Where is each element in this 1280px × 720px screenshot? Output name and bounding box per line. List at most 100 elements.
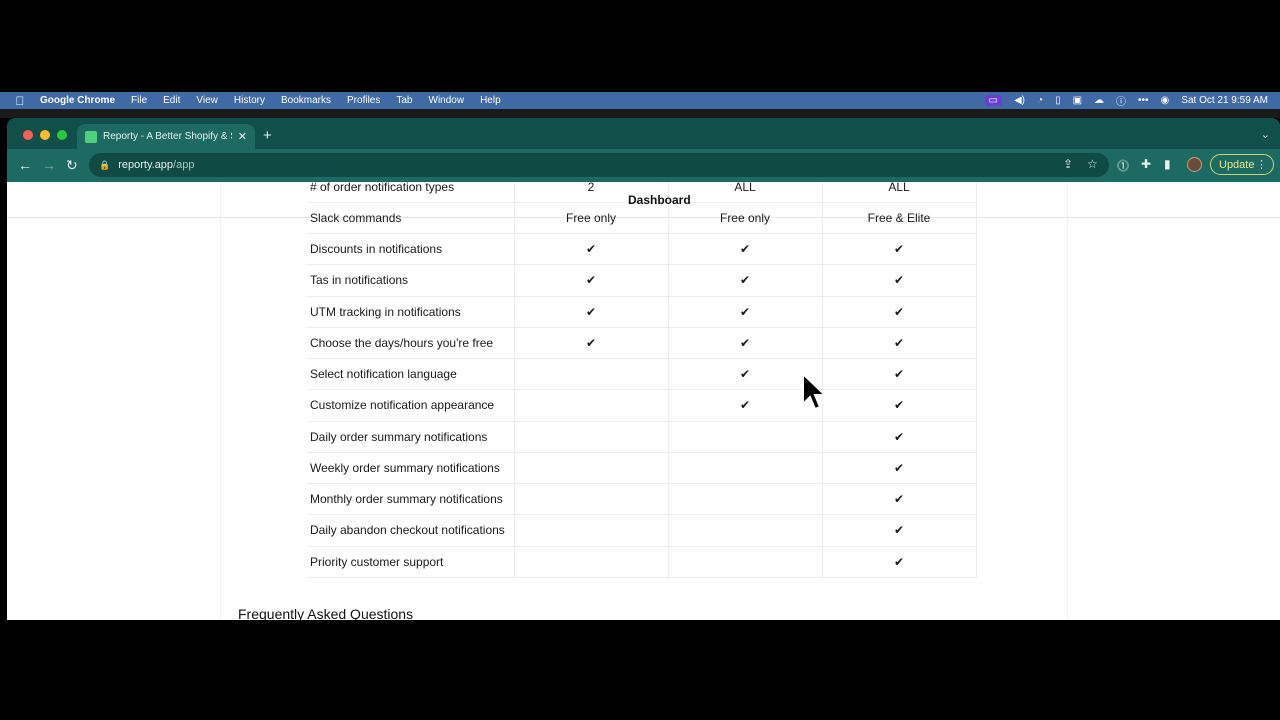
close-window-icon[interactable] — [23, 130, 33, 140]
bookmark-star-icon[interactable]: ☆ — [1087, 157, 1098, 171]
zoom-window-icon[interactable] — [57, 130, 67, 140]
menu-bar-clock[interactable]: Sat Oct 21 9:59 AM — [1181, 95, 1268, 106]
plan-value-cell: Free only — [668, 202, 823, 235]
checkmark-icon: ✔ — [822, 233, 977, 266]
address-bar[interactable]: 🔒 reporty.app/app ⇪ ☆ — [89, 153, 1109, 177]
screen-record-icon[interactable]: ▭ — [984, 95, 1002, 106]
control-center-icon[interactable]: ◉ — [1161, 95, 1170, 106]
info-icon[interactable]: ⓘ — [1116, 93, 1126, 108]
wifi-icon[interactable]: ◔ — [1037, 95, 1043, 106]
profile-avatar[interactable] — [1187, 157, 1202, 172]
url-path: /app — [173, 159, 195, 171]
content-right-border — [1067, 182, 1068, 620]
plan-value-cell: ALL — [822, 182, 977, 203]
apple-menu-icon[interactable]:  — [0, 94, 40, 108]
plan-value-cell — [668, 546, 823, 578]
update-button[interactable]: Update ⋮ — [1210, 154, 1274, 175]
close-tab-icon[interactable]: ✕ — [238, 130, 247, 143]
checkmark-icon: ✔ — [822, 264, 977, 297]
plan-value-cell: ALL — [668, 182, 823, 203]
checkmark-icon: ✔ — [822, 296, 977, 328]
table-row: Customize notification appearance ✔ ✔ — [307, 389, 977, 422]
plan-value-cell — [668, 421, 823, 453]
table-row: Monthly order summary notifications ✔ — [307, 483, 977, 516]
table-row: UTM tracking in notifications ✔ ✔ ✔ — [307, 296, 977, 328]
volume-icon[interactable]: ◀) — [1014, 95, 1025, 106]
checkmark-icon: ✔ — [668, 327, 823, 360]
minimize-window-icon[interactable] — [40, 130, 50, 140]
plan-value-cell — [514, 389, 669, 422]
plan-value-cell — [514, 546, 669, 578]
checkmark-icon: ✔ — [822, 514, 977, 547]
plan-comparison-table: # of order notification types 2 ALL ALL Slac… — [307, 182, 977, 578]
page-viewport: # of order notification types 2 ALL ALL Slac… — [7, 182, 1280, 620]
menu-edit[interactable]: Edit — [163, 95, 180, 106]
table-row: Discounts in notifications ✔ ✔ ✔ — [307, 233, 977, 266]
checkmark-icon: ✔ — [668, 358, 823, 391]
browser-toolbar: ← → ↻ 🔒 reporty.app/app ⇪ ☆ ⓵ ✚ ▮ Update… — [7, 149, 1280, 182]
table-row: Weekly order summary notifications ✔ — [307, 452, 977, 485]
extensions-puzzle-icon[interactable]: ✚ — [1141, 157, 1151, 171]
checkmark-icon: ✔ — [822, 483, 977, 516]
plan-value-cell — [514, 483, 669, 516]
battery-icon[interactable]: ▯ — [1055, 95, 1061, 106]
tab-search-chevron-icon[interactable]: ⌄ — [1261, 128, 1270, 141]
site-favicon-icon — [85, 130, 97, 143]
lock-icon[interactable]: 🔒 — [99, 160, 110, 171]
plan-value-cell — [514, 514, 669, 547]
forward-icon[interactable]: → — [42, 157, 56, 173]
browser-tab-active[interactable]: Reporty - A Better Shopify & Slack ✕ — [77, 124, 255, 149]
menu-tab[interactable]: Tab — [396, 95, 412, 106]
feature-name-cell: Daily abandon checkout notifications — [307, 514, 515, 547]
table-row: Tas in notifications ✔ ✔ ✔ — [307, 264, 977, 297]
macos-menu-bar:  Google Chrome File Edit View History B… — [0, 92, 1280, 109]
table-row: Daily abandon checkout notifications ✔ — [307, 514, 977, 547]
share-icon[interactable]: ⇪ — [1063, 157, 1073, 171]
update-label: Update — [1219, 158, 1255, 171]
checkmark-icon: ✔ — [822, 452, 977, 485]
menu-profiles[interactable]: Profiles — [347, 95, 380, 106]
side-panel-icon[interactable]: ▮ — [1164, 157, 1171, 171]
checkmark-icon: ✔ — [668, 296, 823, 328]
table-row: Daily order summary notifications ✔ — [307, 421, 977, 453]
table-row: Choose the days/hours you're free ✔ ✔ ✔ — [307, 327, 977, 360]
password-manager-extension-icon[interactable]: ⓵ — [1117, 157, 1129, 174]
cc-icon[interactable]: ▣ — [1073, 95, 1082, 106]
menu-bar-tray: ▭ ◀) ◔ ▯ ▣ ☁ ⓘ ••• ◉ Sat Oct 21 9:59 AM — [984, 92, 1268, 109]
menu-history[interactable]: History — [234, 95, 265, 106]
tab-title: Reporty - A Better Shopify & Slack — [103, 131, 232, 142]
feature-name-cell: Select notification language — [307, 358, 515, 391]
back-icon[interactable]: ← — [18, 157, 32, 173]
checkmark-icon: ✔ — [514, 327, 669, 360]
checkmark-icon: ✔ — [822, 389, 977, 422]
menu-help[interactable]: Help — [480, 95, 501, 106]
menu-file[interactable]: File — [131, 95, 147, 106]
reload-icon[interactable]: ↻ — [66, 157, 78, 174]
plan-value-cell — [668, 514, 823, 547]
plan-value-cell — [514, 421, 669, 453]
table-row: Select notification language ✔ ✔ — [307, 358, 977, 391]
menu-window[interactable]: Window — [429, 95, 465, 106]
url-host: reporty.app — [118, 159, 174, 171]
checkmark-icon: ✔ — [668, 389, 823, 422]
menu-app-name[interactable]: Google Chrome — [40, 95, 115, 106]
desktop-bottom — [0, 620, 1280, 720]
plan-value-cell — [514, 358, 669, 391]
more-icon[interactable]: ••• — [1138, 95, 1149, 106]
menu-bookmarks[interactable]: Bookmarks — [281, 95, 331, 106]
plan-value-cell — [514, 452, 669, 485]
menu-view[interactable]: View — [196, 95, 218, 106]
feature-name-cell: Daily order summary notifications — [307, 421, 515, 453]
dashboard-header-label[interactable]: Dashboard — [628, 193, 691, 207]
feature-name-cell: Weekly order summary notifications — [307, 452, 515, 485]
plan-value-cell — [668, 452, 823, 485]
checkmark-icon: ✔ — [668, 264, 823, 297]
checkmark-icon: ✔ — [668, 233, 823, 266]
window-controls — [23, 130, 67, 140]
desktop-strip — [0, 109, 1280, 118]
cloud-icon[interactable]: ☁ — [1094, 95, 1104, 106]
new-tab-icon[interactable]: + — [263, 127, 272, 144]
checkmark-icon: ✔ — [514, 296, 669, 328]
more-options-icon[interactable]: ⋮ — [1256, 158, 1267, 171]
checkmark-icon: ✔ — [822, 421, 977, 453]
